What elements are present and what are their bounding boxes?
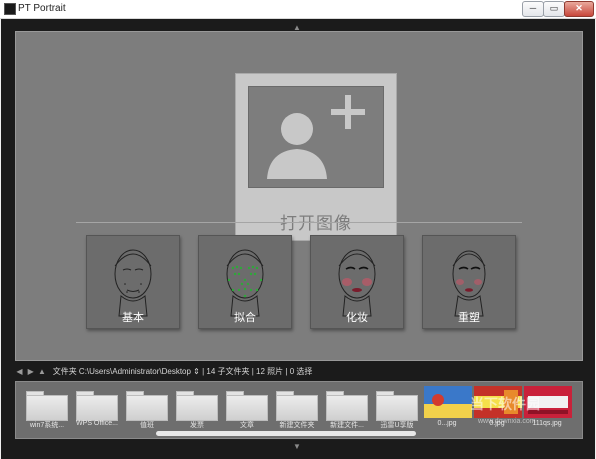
open-image-button[interactable]: 打开图像 [235, 73, 397, 241]
open-image-frame [248, 86, 384, 188]
maximize-button[interactable]: ▭ [543, 1, 565, 17]
collapse-bottom-arrow-icon[interactable]: ▼ [293, 442, 301, 451]
mode-basic-label: 基本 [122, 312, 144, 324]
mode-reshape-button[interactable]: 重塑 [422, 235, 516, 329]
folder-label: 文章 [240, 422, 254, 429]
app-icon [4, 3, 16, 15]
up-arrow-icon[interactable]: ▲ [37, 365, 46, 378]
folder-item[interactable]: 发票 [174, 386, 220, 429]
divider [76, 222, 522, 223]
mode-fit-label: 拟合 [234, 312, 256, 324]
folder-path-text[interactable]: 文件夹 C:\Users\Administrator\Desktop ⇕ | 1… [53, 367, 313, 376]
watermark-text: 当下软件园 [470, 396, 540, 412]
horizontal-scrollbar[interactable] [156, 431, 416, 436]
close-button[interactable]: ✕ [564, 1, 594, 17]
main-panel: 打开图像 基本 拟合 化妆 重塑 [15, 31, 583, 361]
photo-label: 0...jpg [437, 420, 457, 427]
photo-thumbnail [424, 386, 472, 418]
folder-label: 新建文件夹 [279, 422, 315, 429]
add-portrait-icon [267, 95, 365, 179]
forward-arrow-icon[interactable]: ▶ [26, 365, 35, 378]
folder-item[interactable]: 迅雷U享版 [374, 386, 420, 429]
folder-item[interactable]: 新建文件夹 [274, 386, 320, 429]
minimize-button[interactable]: ─ [522, 1, 544, 17]
path-bar: ◀ ▶ ▲ 文件夹 C:\Users\Administrator\Desktop… [15, 365, 581, 378]
folder-label: WPS Office... [76, 420, 118, 427]
folder-label: win7系统... [29, 422, 65, 429]
mode-fit-button[interactable]: 拟合 [198, 235, 292, 329]
title-bar: PT Portrait ─ ▭ ✕ [0, 0, 596, 19]
mode-basic-button[interactable]: 基本 [86, 235, 180, 329]
folder-item[interactable]: 文章 [224, 386, 270, 429]
folder-item[interactable]: win7系统... [24, 386, 70, 429]
window-title: PT Portrait [18, 3, 66, 14]
mode-makeup-label: 化妆 [346, 312, 368, 324]
back-arrow-icon[interactable]: ◀ [15, 365, 24, 378]
folder-label: 新建文件... [330, 422, 364, 429]
folder-item[interactable]: 新建文件... [324, 386, 370, 429]
photo-item[interactable]: 0...jpg [424, 386, 472, 428]
folder-label: 发票 [190, 422, 204, 429]
folder-item[interactable]: WPS Office... [74, 386, 120, 428]
watermark-url: www.downxia.com [478, 418, 536, 425]
folder-item[interactable]: 值班 [124, 386, 170, 429]
mode-reshape-label: 重塑 [458, 312, 480, 324]
folder-label: 迅雷U享版 [380, 422, 414, 429]
mode-makeup-button[interactable]: 化妆 [310, 235, 404, 329]
folder-label: 值班 [140, 422, 154, 429]
